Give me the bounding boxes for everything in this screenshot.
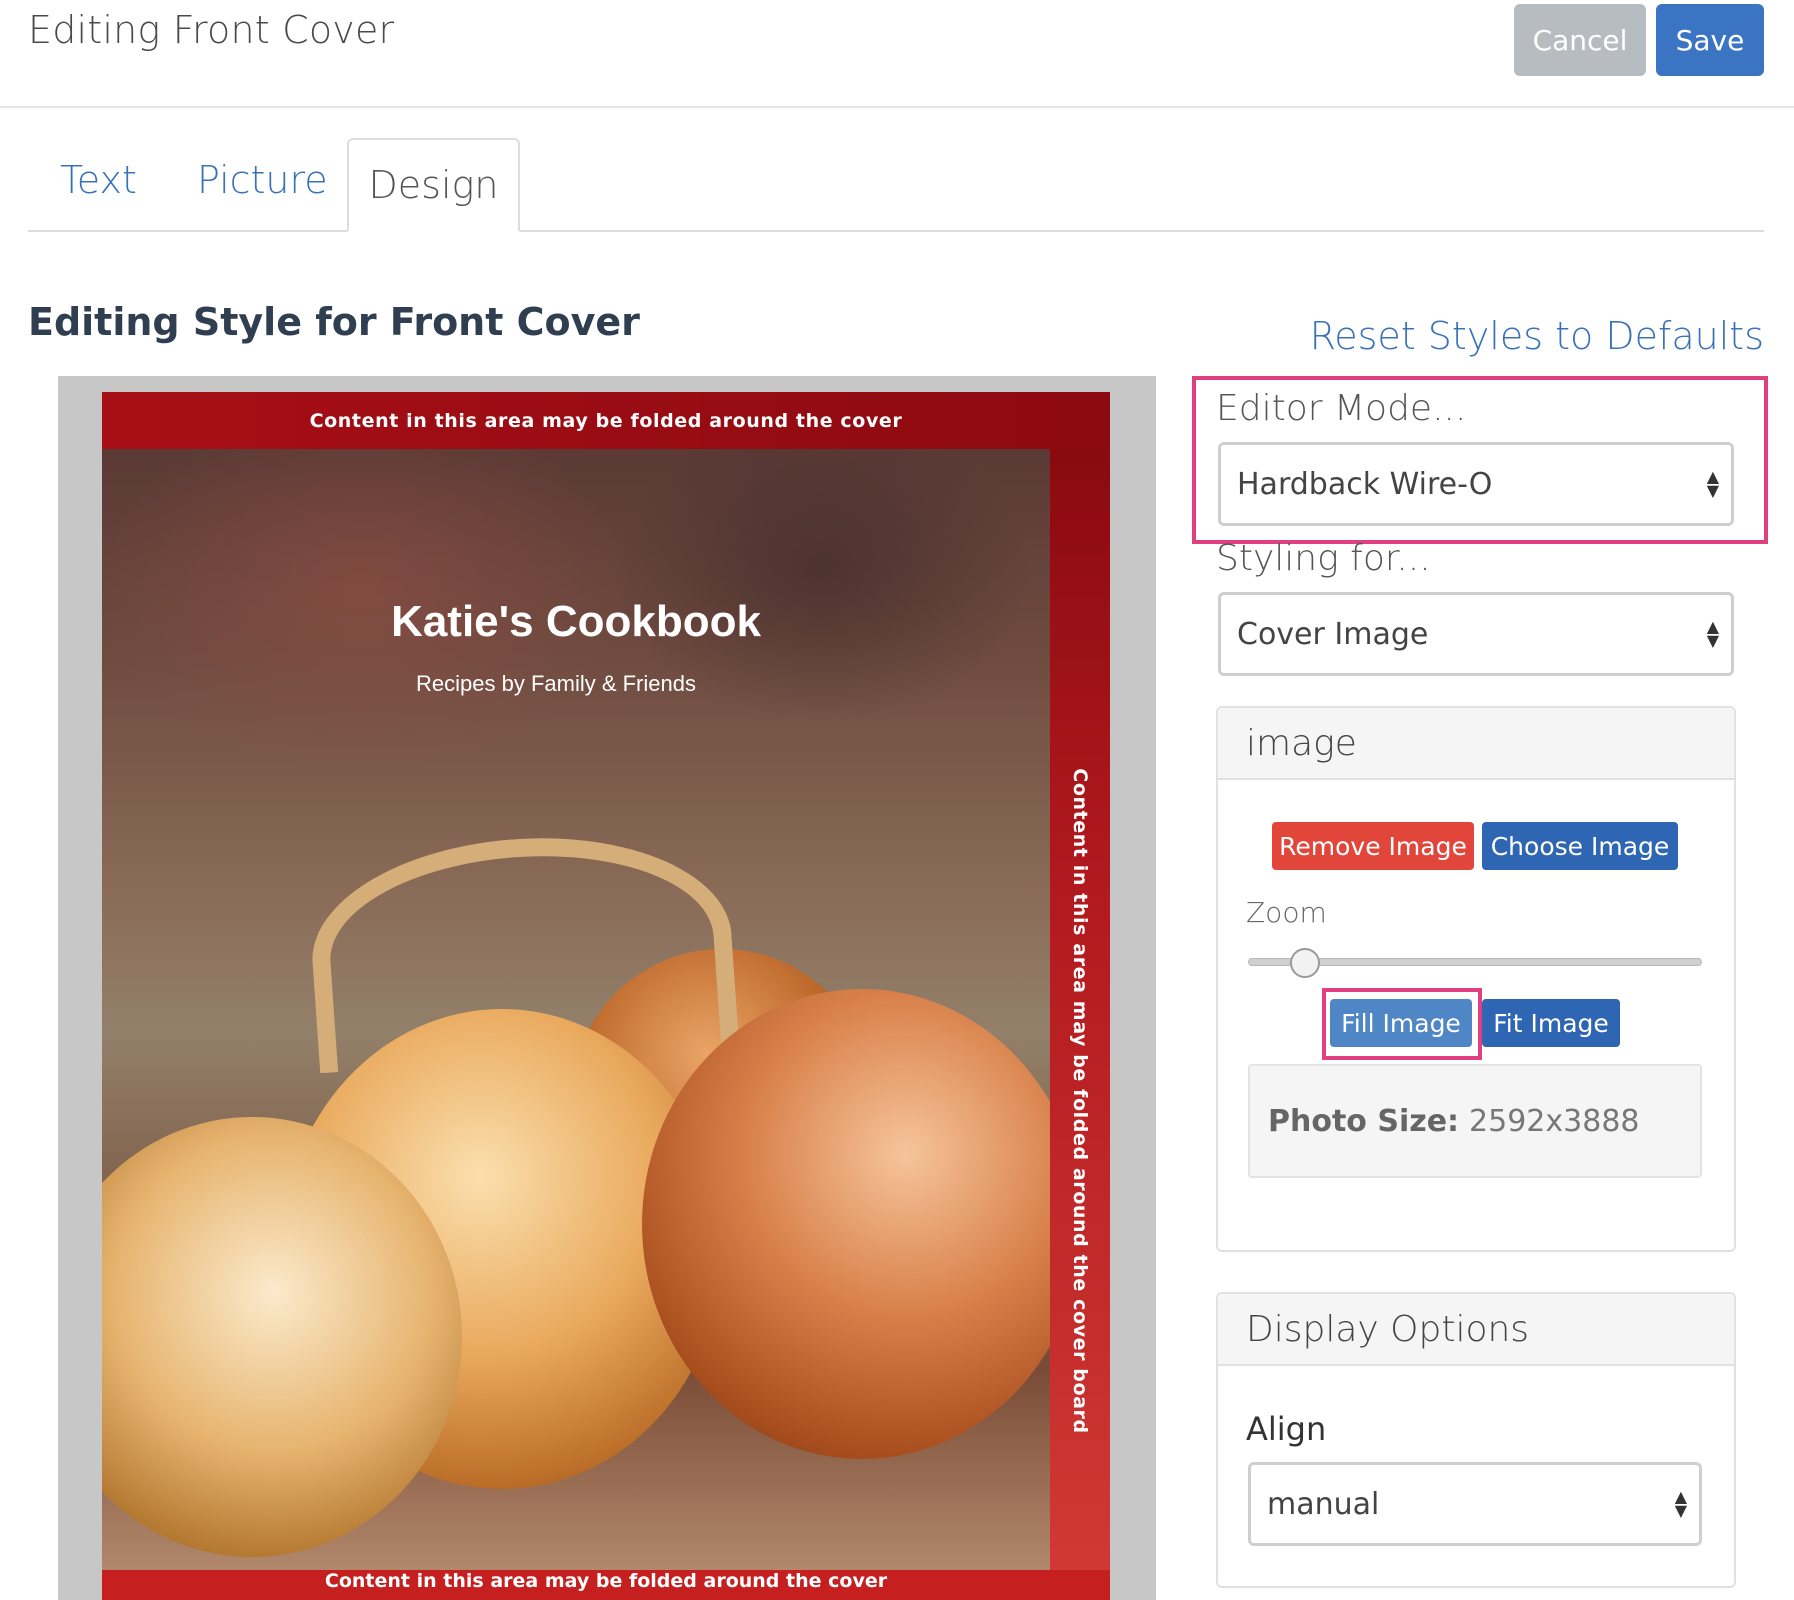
photo-size-info: Photo Size: 2592x3888 <box>1248 1064 1702 1178</box>
photo-size-label: Photo Size: <box>1268 1103 1460 1139</box>
fold-area-right-text: Content in this area may be folded aroun… <box>1069 768 1091 1434</box>
fold-area-right: Content in this area may be folded aroun… <box>1050 449 1110 1600</box>
section-title: Editing Style for Front Cover <box>28 300 640 344</box>
select-arrows-icon: ▲ ▼ <box>1706 467 1719 500</box>
save-button[interactable]: Save <box>1656 4 1764 76</box>
fill-image-button[interactable]: Fill Image <box>1330 999 1472 1047</box>
zoom-label: Zoom <box>1246 896 1327 929</box>
onion-image-part <box>642 989 1050 1459</box>
select-arrows-icon: ▲ ▼ <box>1674 1487 1687 1520</box>
image-panel-heading: image <box>1218 708 1734 780</box>
header-divider <box>0 106 1794 108</box>
tab-design[interactable]: Design <box>347 138 520 232</box>
editor-mode-select[interactable]: Hardback Wire-O ▲ ▼ <box>1218 442 1734 526</box>
remove-image-button[interactable]: Remove Image <box>1272 822 1474 870</box>
cover-preview[interactable]: Katie's Cookbook Recipes by Family & Fri… <box>102 392 1110 1600</box>
cover-subtitle[interactable]: Recipes by Family & Friends <box>102 671 1010 697</box>
align-select[interactable]: manual ▲ ▼ <box>1248 1462 1702 1546</box>
tabs-divider <box>28 230 1764 232</box>
editor-mode-value: Hardback Wire-O <box>1237 466 1493 502</box>
reset-styles-link[interactable]: Reset Styles to Defaults <box>1310 314 1764 358</box>
fold-area-top-text: Content in this area may be folded aroun… <box>309 409 903 432</box>
tab-text[interactable]: Text <box>60 158 137 202</box>
align-label: Align <box>1246 1410 1327 1448</box>
cover-title[interactable]: Katie's Cookbook <box>102 597 1050 647</box>
styling-for-value: Cover Image <box>1237 616 1429 652</box>
cancel-button[interactable]: Cancel <box>1514 4 1646 76</box>
tab-picture[interactable]: Picture <box>197 158 328 202</box>
tab-design-label: Design <box>368 163 499 207</box>
select-arrows-icon: ▲ ▼ <box>1706 617 1719 650</box>
fold-area-bottom: Content in this area may be folded aroun… <box>102 1570 1110 1600</box>
styling-for-label: Styling for... <box>1216 538 1431 579</box>
photo-size-value: 2592x3888 <box>1469 1103 1640 1139</box>
editor-mode-label: Editor Mode... <box>1216 388 1467 429</box>
page-title: Editing Front Cover <box>28 8 395 52</box>
fold-area-top: Content in this area may be folded aroun… <box>102 392 1110 449</box>
choose-image-button[interactable]: Choose Image <box>1482 822 1678 870</box>
fold-area-bottom-text: Content in this area may be folded aroun… <box>324 1570 888 1592</box>
cover-photo[interactable]: Katie's Cookbook Recipes by Family & Fri… <box>102 449 1050 1570</box>
styling-for-select[interactable]: Cover Image ▲ ▼ <box>1218 592 1734 676</box>
align-value: manual <box>1267 1486 1380 1522</box>
fit-image-button[interactable]: Fit Image <box>1482 999 1620 1047</box>
display-options-heading: Display Options <box>1218 1294 1734 1366</box>
